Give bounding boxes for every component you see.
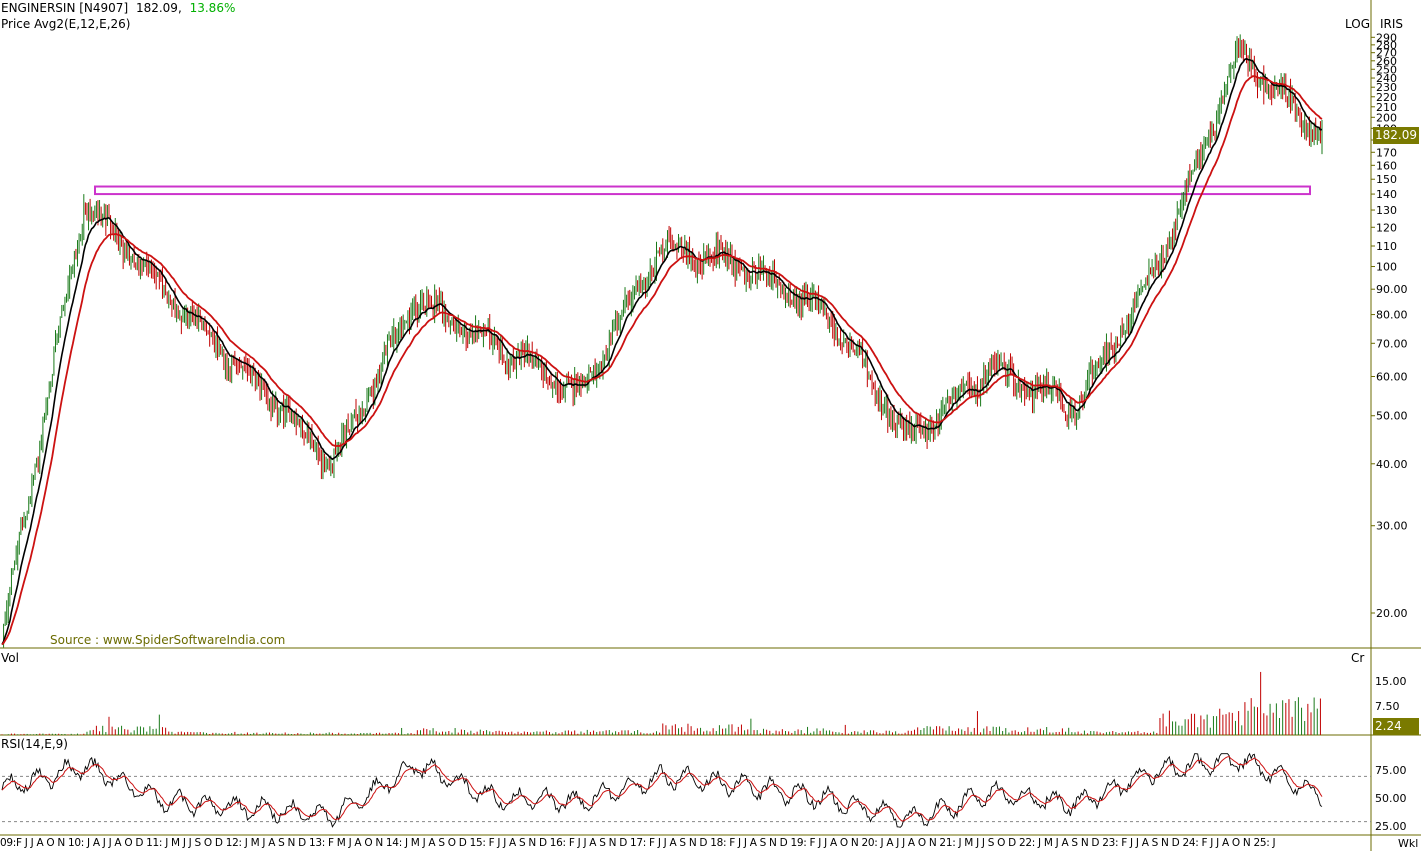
- y-tick-label: 150: [1376, 173, 1397, 186]
- rsi-tick-50: 50.00: [1375, 792, 1407, 805]
- y-tick-label: 100: [1376, 261, 1397, 274]
- change-label: 13.86%: [189, 1, 236, 15]
- y-tick-label: 70.00: [1376, 337, 1408, 350]
- y-tick-label: 120: [1376, 221, 1397, 234]
- rsi-signal-line: [1, 756, 1323, 822]
- volume-last-tag: 2.24: [1373, 718, 1419, 735]
- y-tick-label: 170: [1376, 146, 1397, 159]
- price-y-axis: 20.00 30.00 40.00 50.00 60.00 70.00 80.00 90.00…: [1371, 31, 1408, 620]
- y-tick-label: 60.00: [1376, 370, 1408, 383]
- header-line: ENGINERSIN [N4907] 182.09, 13.86%: [1, 1, 235, 15]
- rsi-tick-25: 25.00: [1375, 820, 1407, 833]
- y-tick-label: 160: [1376, 159, 1397, 172]
- y-tick-label: 90.00: [1376, 283, 1408, 296]
- y-tick-label: 40.00: [1376, 458, 1408, 471]
- rsi-lines: [1, 752, 1323, 828]
- volume-tick-7-5: 7.50: [1375, 700, 1400, 713]
- volume-panel-label: Vol: [1, 651, 19, 665]
- price-label: 182.09,: [135, 1, 182, 15]
- rsi-line: [1, 752, 1323, 828]
- last-price-tag: 182.09: [1373, 127, 1419, 144]
- y-tick-label: 110: [1376, 240, 1397, 253]
- y-tick-label: 80.00: [1376, 309, 1408, 322]
- y-tick-label: 130: [1376, 204, 1397, 217]
- volume-unit-label: Cr: [1351, 651, 1365, 665]
- y-tick-label: 30.00: [1376, 520, 1408, 533]
- scale-name-label: IRIS: [1380, 17, 1404, 31]
- stock-chart: 20.00 30.00 40.00 50.00 60.00 70.00 80.00 90.00…: [0, 0, 1421, 851]
- y-tick-label: 50.00: [1376, 410, 1408, 423]
- x-axis-labels: 09:F J J A O N 10: J A J J A O D 11: J M…: [0, 837, 1276, 849]
- indicator-label: Price Avg2(E,12,E,26): [1, 17, 131, 31]
- resistance-rect: [94, 185, 1311, 196]
- x-axis-end-label: Wkl: [1398, 837, 1419, 850]
- ema-12-line: [1, 57, 1323, 645]
- volume-bars: [1, 671, 1321, 735]
- rsi-tick-75: 75.00: [1375, 764, 1407, 777]
- chart-frame: [0, 0, 1421, 851]
- rsi-panel-label: RSI(14,E,9): [1, 737, 68, 751]
- price-bars: [3, 34, 1323, 648]
- ema-26-line: [1, 75, 1323, 646]
- source-note: Source : www.SpiderSoftwareIndia.com: [50, 633, 286, 647]
- moving-averages: [1, 57, 1323, 646]
- scale-mode-label[interactable]: LOG: [1345, 17, 1370, 31]
- y-tick-label: 140: [1376, 188, 1397, 201]
- y-tick-label: 20.00: [1376, 607, 1408, 620]
- symbol-label: ENGINERSIN [N4907]: [1, 1, 129, 15]
- volume-tick-15: 15.00: [1375, 675, 1407, 688]
- resistance-zone: [94, 185, 1311, 196]
- y-tick-label: 290: [1376, 31, 1397, 44]
